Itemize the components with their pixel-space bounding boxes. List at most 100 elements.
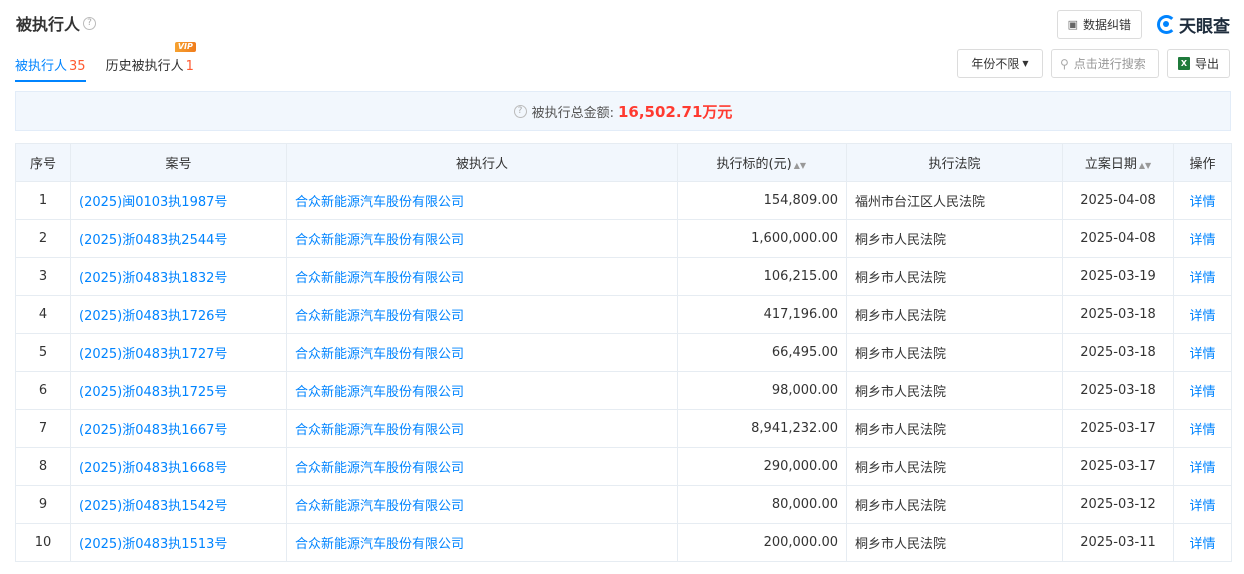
detail-link[interactable]: 详情 (1173, 523, 1232, 562)
column-header-amount-label: 执行标的(元) (716, 157, 792, 172)
year-filter-select[interactable]: 年份不限 ▼ (956, 49, 1043, 78)
case-number-link[interactable]: (2025)浙0483执1667号 (70, 409, 287, 448)
tab-label: 被执行人 (15, 59, 68, 74)
executed-party-link[interactable]: 合众新能源汽车股份有限公司 (286, 181, 678, 220)
cell-no: 7 (15, 409, 71, 448)
year-filter-value: 年份不限 (971, 57, 1020, 71)
cell-amount: 290,000.00 (677, 447, 847, 486)
detail-link[interactable]: 详情 (1173, 333, 1232, 372)
cell-court: 桐乡市人民法院 (846, 257, 1063, 296)
cell-date: 2025-03-17 (1062, 447, 1174, 486)
cell-court: 桐乡市人民法院 (846, 409, 1063, 448)
tab-history-executed-person[interactable]: VIP 历史被执行人 1 (105, 42, 196, 82)
column-header-filing-date[interactable]: 立案日期 ▲▼ (1062, 143, 1174, 182)
case-number-link[interactable]: (2025)浙0483执1725号 (70, 371, 287, 410)
case-number-link[interactable]: (2025)浙0483执1542号 (70, 485, 287, 524)
cell-amount: 154,809.00 (677, 181, 847, 220)
total-amount-summary: ? 被执行总金额: 16,502.71万元 (15, 91, 1231, 131)
detail-link[interactable]: 详情 (1173, 181, 1232, 220)
summary-amount: 16,502.71万元 (617, 102, 733, 121)
cell-date: 2025-03-18 (1062, 295, 1174, 334)
help-icon[interactable]: ? (83, 16, 97, 30)
export-button[interactable]: X 导出 (1166, 49, 1230, 78)
table-row: 5 (2025)浙0483执1727号 合众新能源汽车股份有限公司 66,495.00… (15, 333, 1232, 372)
executed-party-link[interactable]: 合众新能源汽车股份有限公司 (286, 295, 678, 334)
table-row: 9 (2025)浙0483执1542号 合众新能源汽车股份有限公司 80,000.00… (15, 485, 1232, 524)
detail-link[interactable]: 详情 (1173, 257, 1232, 296)
table-row: 6 (2025)浙0483执1725号 合众新能源汽车股份有限公司 98,000.00… (15, 371, 1232, 410)
caret-down-icon: ▼ (1022, 59, 1029, 68)
cell-court: 桐乡市人民法院 (846, 371, 1063, 410)
brand-logo: 天眼查 (1157, 12, 1230, 37)
executed-party-link[interactable]: 合众新能源汽车股份有限公司 (286, 371, 678, 410)
executed-person-table: 序号 案号 被执行人 执行标的(元) ▲▼ 执行法院 立案日期 ▲▼ 操作 1 (20… (15, 143, 1232, 562)
table-row: 3 (2025)浙0483执1832号 合众新能源汽车股份有限公司 106,215.0… (15, 257, 1232, 296)
cell-date: 2025-04-08 (1062, 181, 1174, 220)
case-number-link[interactable]: (2025)浙0483执1726号 (70, 295, 287, 334)
column-header-date-label: 立案日期 (1084, 157, 1137, 172)
sort-icon[interactable]: ▲▼ (1139, 161, 1151, 170)
case-number-link[interactable]: (2025)浙0483执1727号 (70, 333, 287, 372)
case-number-link[interactable]: (2025)浙0483执1513号 (70, 523, 287, 562)
brand-name: 天眼查 (1179, 17, 1230, 37)
case-number-link[interactable]: (2025)闽0103执1987号 (70, 181, 287, 220)
executed-party-link[interactable]: 合众新能源汽车股份有限公司 (286, 333, 678, 372)
case-number-link[interactable]: (2025)浙0483执1668号 (70, 447, 287, 486)
cell-amount: 98,000.00 (677, 371, 847, 410)
executed-party-link[interactable]: 合众新能源汽车股份有限公司 (286, 257, 678, 296)
export-label: 导出 (1194, 57, 1219, 71)
executed-party-link[interactable]: 合众新能源汽车股份有限公司 (286, 485, 678, 524)
case-number-link[interactable]: (2025)浙0483执1832号 (70, 257, 287, 296)
column-header-action: 操作 (1173, 143, 1232, 182)
detail-link[interactable]: 详情 (1173, 295, 1232, 334)
table-row: 10 (2025)浙0483执1513号 合众新能源汽车股份有限公司 200,000.… (15, 523, 1232, 562)
tab-count: 35 (69, 59, 86, 74)
cell-court: 福州市台江区人民法院 (846, 181, 1063, 220)
detail-link[interactable]: 详情 (1173, 409, 1232, 448)
cell-amount: 417,196.00 (677, 295, 847, 334)
cell-date: 2025-03-19 (1062, 257, 1174, 296)
top-right-actions: ▣ 数据纠错 天眼查 (1056, 10, 1230, 39)
table-toolbar: 年份不限 ▼ ⚲ 点击进行搜索 X 导出 (949, 49, 1230, 78)
cell-court: 桐乡市人民法院 (846, 447, 1063, 486)
search-placeholder: 点击进行搜索 (1073, 57, 1146, 71)
cell-date: 2025-03-18 (1062, 333, 1174, 372)
detail-link[interactable]: 详情 (1173, 485, 1232, 524)
cell-no: 4 (15, 295, 71, 334)
column-header-amount[interactable]: 执行标的(元) ▲▼ (677, 143, 847, 182)
cell-court: 桐乡市人民法院 (846, 523, 1063, 562)
column-header-executed-party: 被执行人 (286, 143, 678, 182)
search-input[interactable]: ⚲ 点击进行搜索 (1050, 49, 1159, 78)
executed-party-link[interactable]: 合众新能源汽车股份有限公司 (286, 523, 678, 562)
cell-no: 1 (15, 181, 71, 220)
cell-amount: 106,215.00 (677, 257, 847, 296)
tianyancha-logo-icon (1157, 15, 1176, 34)
cell-court: 桐乡市人民法院 (846, 333, 1063, 372)
feedback-button[interactable]: ▣ 数据纠错 (1056, 10, 1142, 39)
tab-executed-person[interactable]: 被执行人 35 (15, 55, 86, 82)
cell-court: 桐乡市人民法院 (846, 485, 1063, 524)
cell-date: 2025-03-17 (1062, 409, 1174, 448)
document-icon: ▣ (1067, 18, 1078, 31)
sort-icon[interactable]: ▲▼ (794, 161, 806, 170)
executed-party-link[interactable]: 合众新能源汽车股份有限公司 (286, 447, 678, 486)
case-number-link[interactable]: (2025)浙0483执2544号 (70, 219, 287, 258)
executed-party-link[interactable]: 合众新能源汽车股份有限公司 (286, 409, 678, 448)
tab-label: 历史被执行人 (105, 59, 184, 74)
cell-no: 5 (15, 333, 71, 372)
cell-date: 2025-03-18 (1062, 371, 1174, 410)
table-row: 7 (2025)浙0483执1667号 合众新能源汽车股份有限公司 8,941,232… (15, 409, 1232, 448)
column-header-case-number: 案号 (70, 143, 287, 182)
detail-link[interactable]: 详情 (1173, 371, 1232, 410)
cell-amount: 1,600,000.00 (677, 219, 847, 258)
detail-link[interactable]: 详情 (1173, 219, 1232, 258)
column-header-court: 执行法院 (846, 143, 1063, 182)
column-header-no: 序号 (15, 143, 71, 182)
cell-court: 桐乡市人民法院 (846, 219, 1063, 258)
feedback-label: 数据纠错 (1082, 18, 1131, 32)
cell-date: 2025-03-12 (1062, 485, 1174, 524)
cell-no: 3 (15, 257, 71, 296)
detail-link[interactable]: 详情 (1173, 447, 1232, 486)
help-icon[interactable]: ? (513, 104, 527, 118)
executed-party-link[interactable]: 合众新能源汽车股份有限公司 (286, 219, 678, 258)
